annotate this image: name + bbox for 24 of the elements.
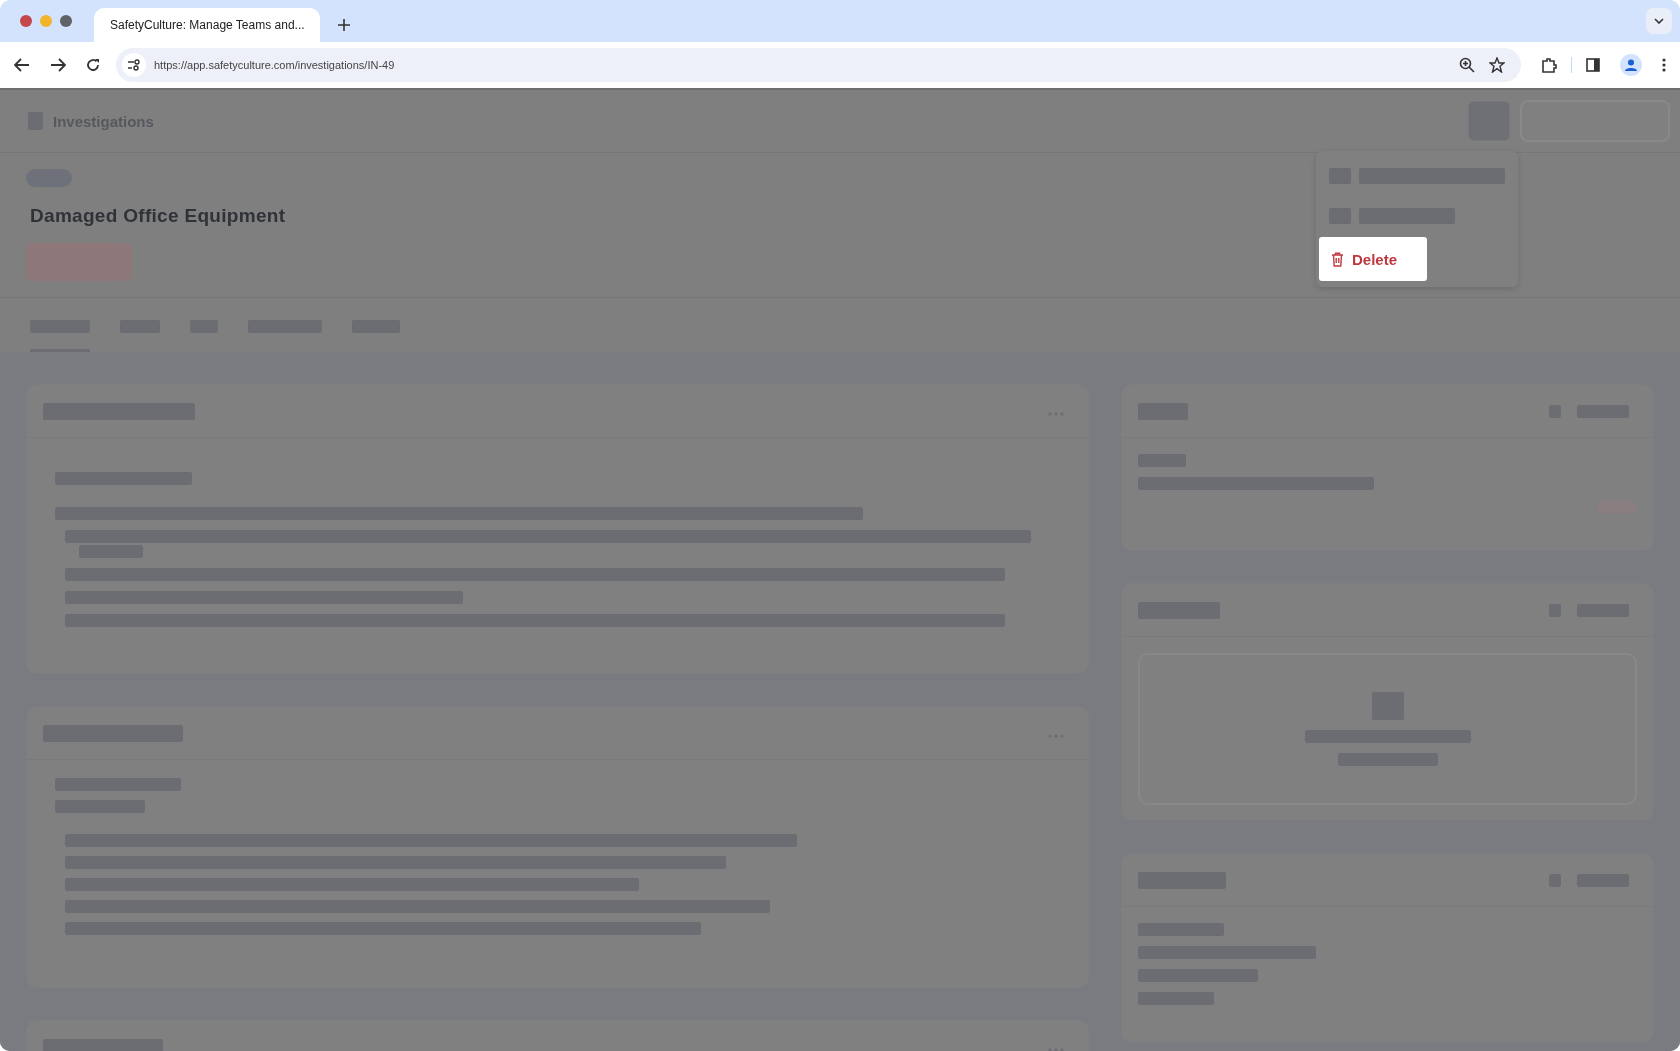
- forward-icon[interactable]: [50, 58, 66, 72]
- menu-item[interactable]: Delete: [1319, 237, 1427, 281]
- site-settings-icon[interactable]: [122, 53, 146, 77]
- tab-search-button[interactable]: [1646, 8, 1672, 34]
- close-window-button[interactable]: [20, 15, 32, 27]
- new-tab-icon[interactable]: [338, 19, 350, 31]
- back-icon[interactable]: [14, 58, 30, 72]
- puzzle-icon[interactable]: [1541, 57, 1557, 73]
- profile-avatar[interactable]: [1620, 54, 1642, 76]
- address-bar[interactable]: https://app.safetyculture.com/investigations/IN-49: [116, 48, 1521, 82]
- page-title: Damaged Office Equipment: [30, 205, 286, 227]
- star-icon[interactable]: [1489, 57, 1505, 73]
- side-panel-icon[interactable]: [1586, 58, 1600, 72]
- tab-title: SafetyCulture: Manage Teams and...: [110, 18, 305, 32]
- trash-icon: [1331, 251, 1344, 267]
- reload-icon[interactable]: [86, 58, 100, 72]
- upload-area[interactable]: [1138, 653, 1637, 805]
- browser-tab[interactable]: SafetyCulture: Manage Teams and...: [94, 8, 320, 42]
- minimize-window-button[interactable]: [40, 15, 52, 27]
- chevron-down-icon: [1654, 18, 1664, 24]
- more-options-icon[interactable]: [1662, 58, 1666, 72]
- maximize-window-button[interactable]: [60, 15, 72, 27]
- url-text: https://app.safetyculture.com/investigations/IN-49: [154, 59, 395, 71]
- zoom-icon[interactable]: [1459, 57, 1475, 73]
